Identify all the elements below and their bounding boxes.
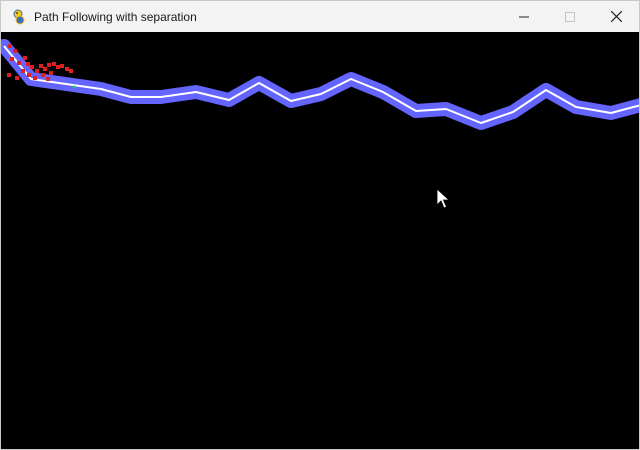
minimize-icon <box>519 16 529 17</box>
vehicle <box>8 44 12 48</box>
vehicle <box>56 65 60 69</box>
simulation-canvas[interactable] <box>1 32 639 449</box>
minimize-button[interactable] <box>501 1 547 32</box>
maximize-button[interactable] <box>547 1 593 32</box>
vehicle <box>7 73 11 77</box>
vehicle <box>27 73 31 77</box>
vehicle <box>43 67 47 71</box>
vehicle <box>17 61 21 65</box>
pygame-snake-icon <box>11 9 27 25</box>
vehicle <box>65 67 69 71</box>
window-title: Path Following with separation <box>34 9 197 24</box>
close-button[interactable] <box>593 1 639 32</box>
vehicle <box>39 64 43 68</box>
vehicle <box>30 65 34 69</box>
mouse-cursor-icon <box>436 188 451 209</box>
app-window: Path Following with separation <box>0 0 640 450</box>
vehicle <box>10 57 14 61</box>
vehicle <box>35 69 39 73</box>
vehicle <box>23 56 27 60</box>
vehicle <box>47 63 51 67</box>
title-bar[interactable]: Path Following with separation <box>1 1 639 32</box>
vehicle <box>26 62 30 66</box>
vehicle <box>21 69 25 73</box>
close-icon <box>610 11 622 22</box>
simulation-scene <box>1 39 639 209</box>
vehicle <box>33 76 37 80</box>
path-band <box>1 39 639 130</box>
vehicle <box>41 73 45 77</box>
target-point <box>72 85 76 89</box>
vehicle <box>69 69 73 73</box>
vehicle <box>60 64 64 68</box>
window-controls <box>501 1 639 32</box>
maximize-icon <box>565 11 575 22</box>
vehicle <box>52 62 56 66</box>
vehicle <box>13 49 17 53</box>
vehicle <box>15 76 19 80</box>
vehicle <box>49 71 53 75</box>
vehicle <box>46 77 50 81</box>
